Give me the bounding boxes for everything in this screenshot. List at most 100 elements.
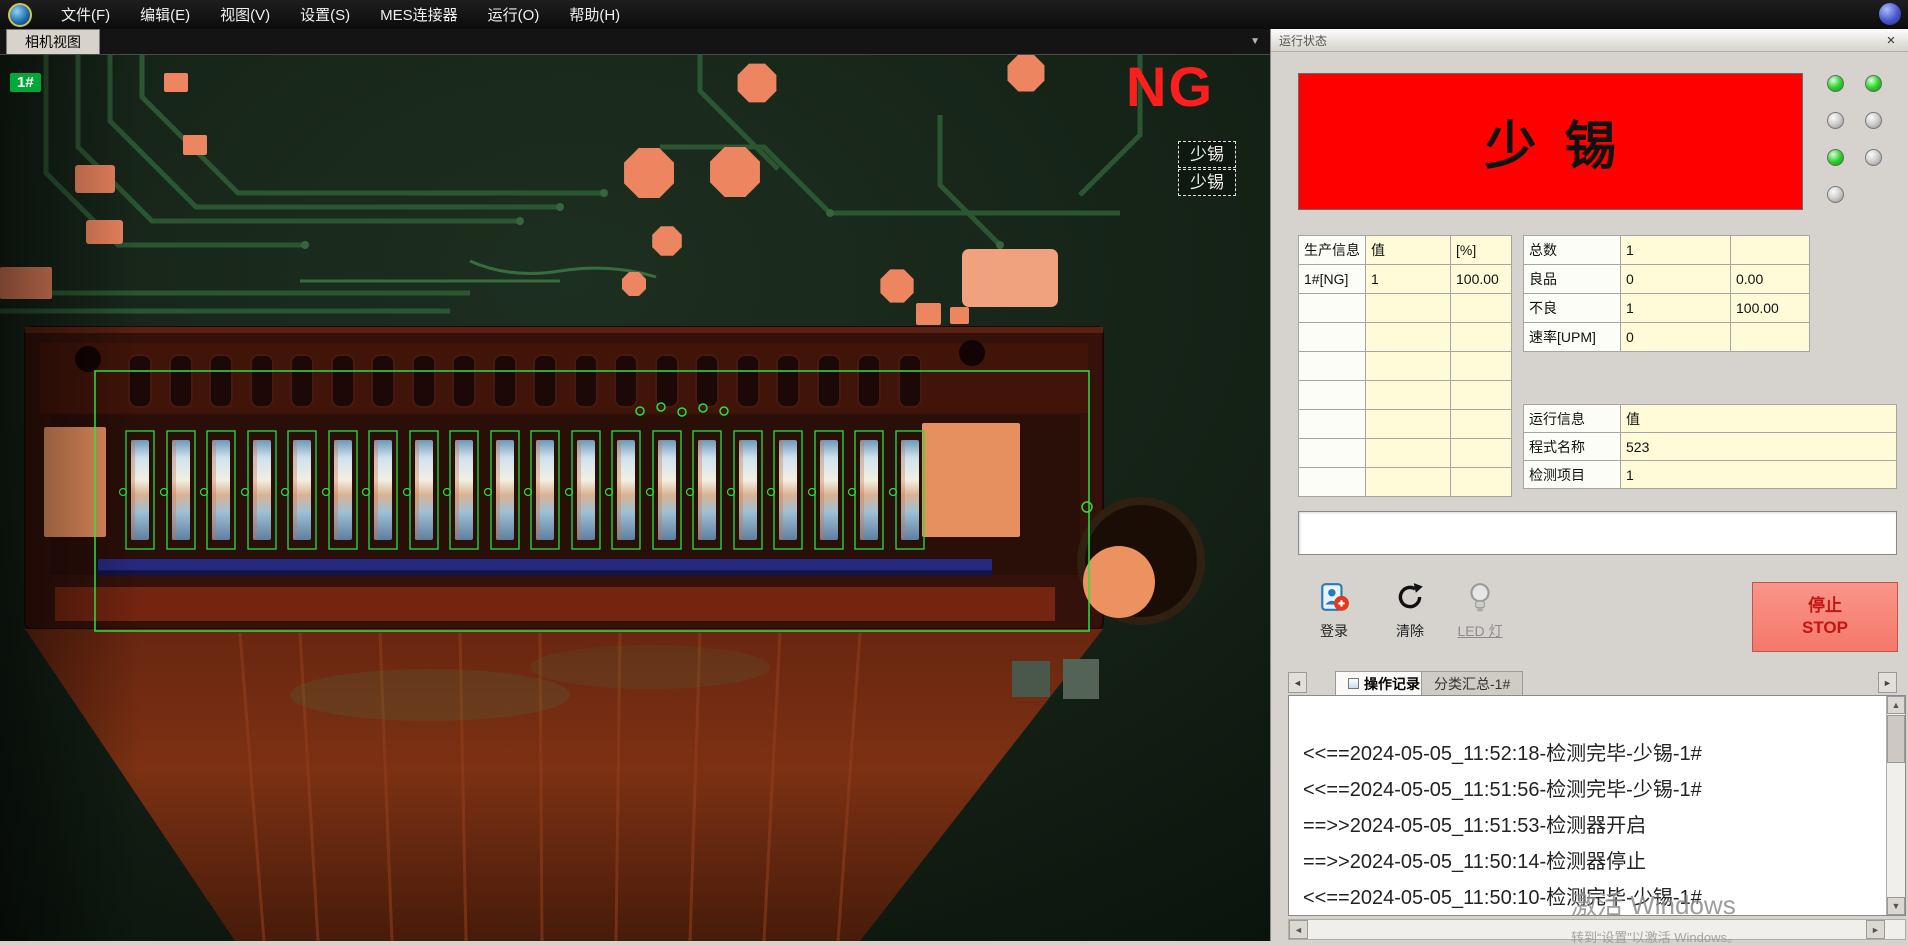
camera-pane: 相机视图 ▼	[0, 29, 1271, 941]
log-entry: ==>>2024-05-05_11:50:14-检测器停止	[1303, 844, 1905, 880]
table-row: 不良 1 100.00	[1524, 294, 1810, 323]
table-row	[1299, 410, 1512, 439]
cell: 速率[UPM]	[1524, 323, 1621, 352]
menu-file[interactable]: 文件(F)	[46, 0, 125, 29]
table-row	[1299, 294, 1512, 323]
menu-view[interactable]: 视图(V)	[205, 0, 285, 29]
status-led	[1827, 149, 1844, 166]
clear-label: 清除	[1381, 621, 1439, 641]
menu-settings[interactable]: 设置(S)	[285, 0, 365, 29]
table-row	[1299, 381, 1512, 410]
menu-run[interactable]: 运行(O)	[473, 0, 555, 29]
scroll-right-icon[interactable]: ►	[1866, 920, 1885, 939]
defect-tag: 少锡	[1178, 169, 1236, 196]
operation-log-list[interactable]: <<==2024-05-05_11:52:18-检测完毕-少锡-1# <<==2…	[1288, 695, 1906, 916]
table-row: 程式名称 523	[1524, 433, 1897, 461]
cell: 1#[NG]	[1299, 265, 1366, 294]
defect-tag-list: 少锡 少锡	[1178, 141, 1236, 197]
tab-scroll-right-button[interactable]: ►	[1878, 672, 1897, 693]
login-icon	[1318, 581, 1350, 613]
close-icon[interactable]: ×	[1882, 32, 1900, 49]
table-row: 生产信息 值 [%]	[1299, 236, 1512, 265]
camera-view: 1# NG 少锡 少锡	[0, 55, 1270, 941]
cell	[1299, 352, 1366, 381]
cell	[1731, 236, 1810, 265]
status-led	[1865, 75, 1882, 92]
menu-help[interactable]: 帮助(H)	[554, 0, 635, 29]
scroll-down-icon[interactable]: ▼	[1887, 897, 1905, 915]
cell	[1366, 439, 1451, 468]
cell: 1	[1621, 294, 1731, 323]
status-panel-titlebar: 运行状态 ×	[1271, 29, 1908, 52]
status-panel-title: 运行状态	[1279, 32, 1327, 49]
menu-edit[interactable]: 编辑(E)	[125, 0, 205, 29]
table-row: 良品 0 0.00	[1524, 265, 1810, 294]
cell: 程式名称	[1524, 433, 1621, 461]
cell	[1299, 468, 1366, 497]
status-led	[1827, 75, 1844, 92]
table-row: 总数 1	[1524, 236, 1810, 265]
cell	[1299, 439, 1366, 468]
scroll-left-icon[interactable]: ◄	[1289, 920, 1308, 939]
status-led	[1827, 186, 1844, 203]
login-label: 登录	[1305, 621, 1363, 641]
table-row: 速率[UPM] 0	[1524, 323, 1810, 352]
tray-icon[interactable]	[1879, 3, 1901, 25]
app-logo-icon	[8, 3, 32, 27]
stop-button[interactable]: 停止 STOP	[1752, 582, 1898, 652]
menu-bar: 文件(F) 编辑(E) 视图(V) 设置(S) MES连接器 运行(O) 帮助(…	[0, 0, 1908, 29]
log-horizontal-scrollbar[interactable]: ◄ ►	[1288, 919, 1906, 940]
status-panel: 运行状态 × 少锡 生产信息 值 [%] 1#[NG] 1 100.00	[1271, 29, 1908, 941]
cell: 检测项目	[1524, 461, 1621, 489]
cell	[1366, 352, 1451, 381]
log-entry: <<==2024-05-05_11:50:10-检测完毕-少锡-1#	[1303, 880, 1905, 916]
tab-camera-view[interactable]: 相机视图	[6, 29, 100, 54]
status-led	[1827, 112, 1844, 129]
cell: 1	[1621, 461, 1897, 489]
clear-button[interactable]: 清除	[1381, 581, 1439, 641]
table-row	[1299, 439, 1512, 468]
tab-dropdown-icon[interactable]: ▼	[1250, 36, 1260, 47]
tab-scroll-left-button[interactable]: ◄	[1288, 672, 1307, 693]
cell	[1451, 439, 1512, 468]
defect-tag: 少锡	[1178, 141, 1236, 168]
menu-mes-connector[interactable]: MES连接器	[365, 0, 473, 29]
log-vertical-scrollbar[interactable]: ▲ ▼	[1886, 696, 1905, 915]
cell: 523	[1621, 433, 1897, 461]
login-button[interactable]: 登录	[1305, 581, 1363, 641]
led-light-button[interactable]: LED 灯	[1451, 581, 1509, 641]
cell	[1299, 410, 1366, 439]
cell: 0	[1621, 323, 1731, 352]
header-cell: [%]	[1451, 236, 1512, 265]
table-row	[1299, 468, 1512, 497]
cell	[1451, 352, 1512, 381]
cell: 总数	[1524, 236, 1621, 265]
alarm-text: 少锡	[1484, 104, 1644, 179]
cell	[1731, 323, 1810, 352]
cell	[1299, 323, 1366, 352]
header-cell: 运行信息	[1524, 405, 1621, 433]
stop-label-zh: 停止	[1808, 595, 1842, 617]
cell	[1366, 410, 1451, 439]
cell	[1299, 294, 1366, 323]
header-cell: 值	[1621, 405, 1897, 433]
tab-category-summary[interactable]: 分类汇总-1#	[1421, 671, 1523, 696]
cell	[1451, 294, 1512, 323]
scrollbar-thumb[interactable]	[1887, 715, 1905, 763]
cell: 良品	[1524, 265, 1621, 294]
header-cell: 生产信息	[1299, 236, 1366, 265]
cell	[1366, 381, 1451, 410]
inspection-result-label: NG	[1126, 59, 1214, 115]
table-row: 检测项目 1	[1524, 461, 1897, 489]
tab-operation-log[interactable]: 操作记录	[1335, 671, 1433, 696]
totals-table: 总数 1 良品 0 0.00 不良 1 100.00 速率[UPM] 0	[1523, 235, 1810, 352]
scroll-up-icon[interactable]: ▲	[1887, 696, 1905, 714]
cell	[1366, 323, 1451, 352]
log-entry: <<==2024-05-05_11:52:18-检测完毕-少锡-1#	[1303, 736, 1905, 772]
stop-label-en: STOP	[1802, 617, 1848, 639]
camera-tab-bar: 相机视图 ▼	[0, 29, 1270, 55]
message-box	[1298, 511, 1897, 555]
table-row: 1#[NG] 1 100.00	[1299, 265, 1512, 294]
camera-id-badge: 1#	[10, 73, 41, 92]
cell	[1299, 381, 1366, 410]
